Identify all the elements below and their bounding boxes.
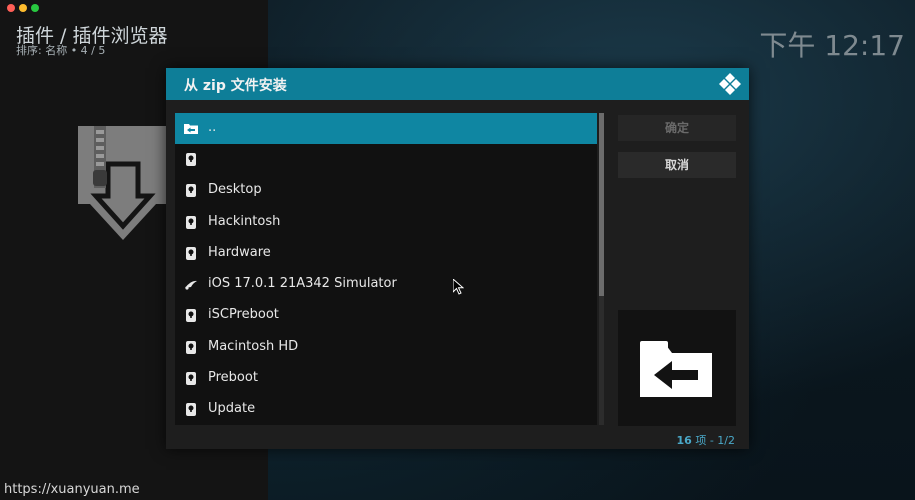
clock: 下午 12:17 xyxy=(759,29,905,62)
list-item-label: Preboot xyxy=(208,370,258,385)
list-item[interactable]: iOS 17.0.1 21A342 Simulator xyxy=(175,269,597,300)
drive-icon xyxy=(186,403,196,416)
list-item-label: Desktop xyxy=(208,182,262,197)
list-item-label: iOS 17.0.1 21A342 Simulator xyxy=(208,276,397,291)
list-item[interactable]: .. xyxy=(175,113,597,144)
list-item[interactable]: Desktop xyxy=(175,175,597,206)
drive-icon xyxy=(186,341,196,354)
list-item-label: .. xyxy=(208,120,217,135)
list-item-label: Update xyxy=(208,401,256,416)
maximize-window-button[interactable] xyxy=(31,4,39,12)
sort-info: 排序: 名称 • 4 / 5 xyxy=(16,44,106,57)
item-count-number: 16 xyxy=(676,434,692,447)
item-count: 16 项 - 1/2 xyxy=(677,432,735,448)
list-item[interactable]: Hardware xyxy=(175,238,597,269)
dialog-header: 从 zip 文件安装 xyxy=(166,68,749,100)
install-from-zip-dialog: 从 zip 文件安装 .. Desktop Hackintosh Hardwar… xyxy=(166,68,749,449)
kodi-logo-icon xyxy=(719,73,741,95)
list-item[interactable]: Hackintosh xyxy=(175,207,597,238)
zip-install-icon xyxy=(78,126,168,240)
list-item-label: Macintosh HD xyxy=(208,339,299,354)
mouse-cursor-icon xyxy=(453,279,464,295)
list-item[interactable]: iSCPreboot xyxy=(175,300,597,331)
list-item-label: Hackintosh xyxy=(208,214,281,229)
drive-icon xyxy=(186,184,196,197)
item-count-page: 项 - 1/2 xyxy=(695,434,735,447)
drive-icon xyxy=(186,309,196,322)
list-item-label: Hardware xyxy=(208,245,271,260)
drive-icon xyxy=(186,372,196,385)
file-list[interactable]: .. Desktop Hackintosh Hardware iOS 17.0.… xyxy=(175,113,597,425)
list-item-label: iSCPreboot xyxy=(208,307,279,322)
list-item[interactable] xyxy=(175,144,597,175)
folder-back-icon xyxy=(184,124,198,134)
scrollbar-thumb[interactable] xyxy=(599,113,604,296)
ok-button[interactable]: 确定 xyxy=(618,115,736,141)
drive-icon xyxy=(186,247,196,260)
list-scrollbar[interactable] xyxy=(599,113,604,425)
list-item[interactable]: Macintosh HD xyxy=(175,332,597,363)
folder-back-icon xyxy=(640,341,712,397)
list-item[interactable]: Update xyxy=(175,394,597,425)
minimize-window-button[interactable] xyxy=(19,4,27,12)
network-icon xyxy=(185,280,197,290)
close-window-button[interactable] xyxy=(7,4,15,12)
window-titlebar xyxy=(0,0,915,14)
cancel-button[interactable]: 取消 xyxy=(618,152,736,178)
drive-icon xyxy=(186,153,196,166)
preview-panel xyxy=(618,310,736,426)
watermark-text: https://xuanyuan.me xyxy=(4,482,140,497)
drive-icon xyxy=(186,216,196,229)
list-item[interactable]: Preboot xyxy=(175,363,597,394)
dialog-title: 从 zip 文件安装 xyxy=(184,78,287,94)
